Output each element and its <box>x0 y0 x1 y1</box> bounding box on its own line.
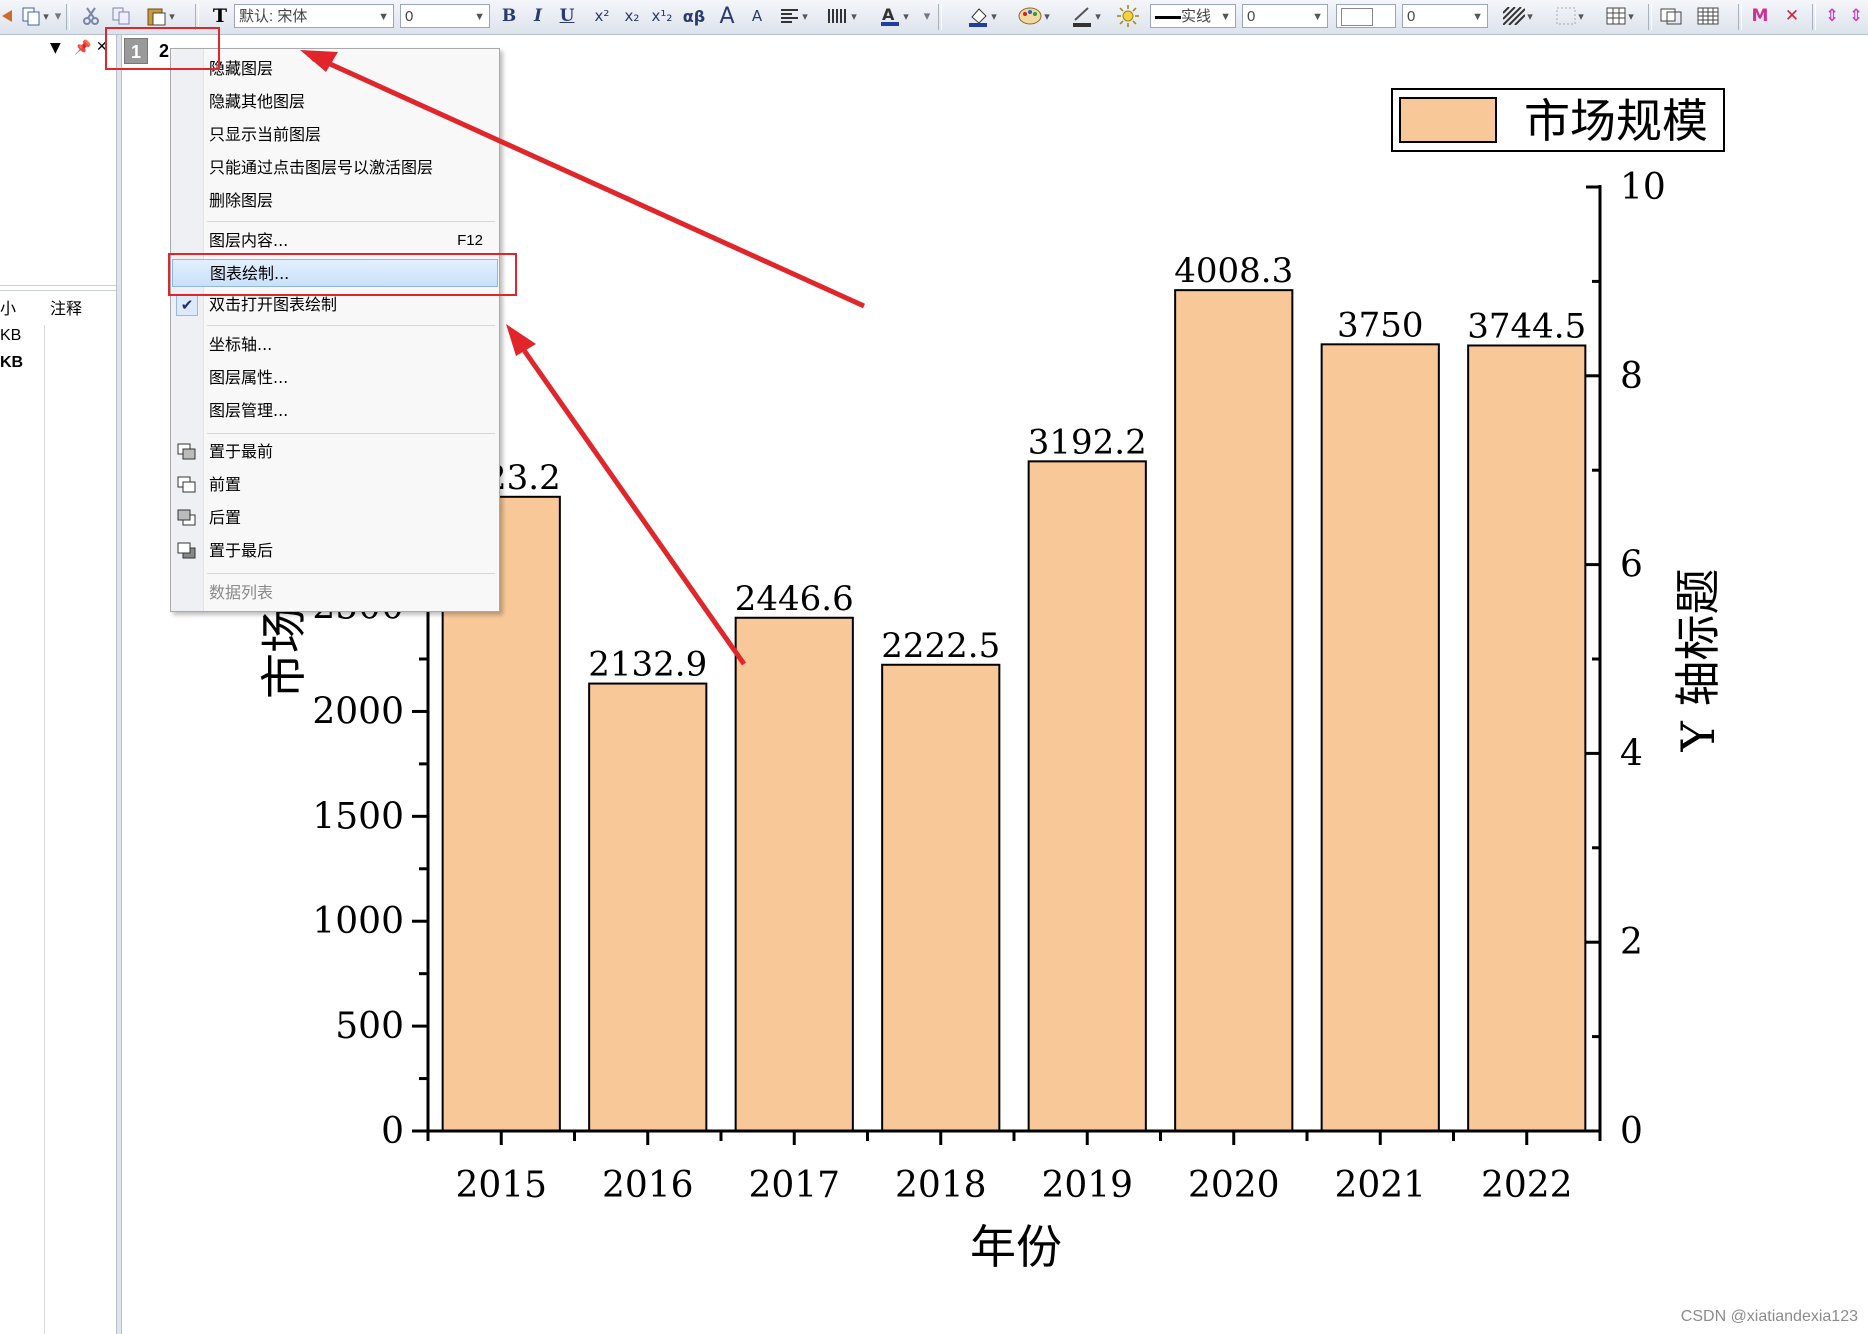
x-tick-label: 2015 <box>455 1165 547 1206</box>
bar-value-label: 3192.2 <box>1028 422 1147 462</box>
bar-2017 <box>734 616 854 1132</box>
menu-item-show-current-layer-only[interactable]: 只显示当前图层 <box>171 121 499 149</box>
chart-legend[interactable]: 市场规模 <box>1391 88 1725 152</box>
watermark: CSDN @xiatiandexia123 <box>1680 1308 1858 1325</box>
checkmark-icon: ✔ <box>176 294 198 316</box>
menu-item-activate-by-layer-number[interactable]: 只能通过点击图层号以激活图层 <box>171 154 499 182</box>
y2-tick-label: 8 <box>1620 356 1643 397</box>
menu-item-bring-forward[interactable]: 前置 <box>171 471 499 499</box>
bar-2016 <box>588 682 708 1133</box>
bar-value-label: 3744.5 <box>1467 306 1586 346</box>
menu-item-send-backward[interactable]: 后置 <box>171 504 499 532</box>
annotation-box-layer-tabs <box>105 27 220 70</box>
menu-item-shortcut: F12 <box>457 232 483 249</box>
legend-label: 市场规模 <box>1524 94 1708 148</box>
menu-item-hide-layer[interactable]: 隐藏图层 <box>171 55 499 83</box>
layer-context-menu: 隐藏图层 隐藏其他图层 只显示当前图层 只能通过点击图层号以激活图层 删除图层 … <box>170 48 500 612</box>
menu-item-delete-layer[interactable]: 删除图层 <box>171 187 499 215</box>
menu-item-axes[interactable]: 坐标轴... <box>171 331 499 359</box>
menu-item-data-list: 数据列表 <box>171 579 499 607</box>
x-tick-label: 2020 <box>1188 1165 1280 1206</box>
bar-2022 <box>1467 344 1587 1132</box>
menu-item-label: 隐藏其他图层 <box>209 92 306 111</box>
bring-forward-icon <box>177 476 196 493</box>
menu-separator <box>207 325 495 326</box>
y2-tick-label: 6 <box>1620 545 1643 586</box>
menu-item-label: 图层管理... <box>209 401 289 420</box>
bar-2021 <box>1320 343 1440 1133</box>
bar-2018 <box>881 663 1001 1132</box>
menu-item-layer-management[interactable]: 图层管理... <box>171 397 499 425</box>
send-backward-icon <box>177 509 196 526</box>
bar-2020 <box>1174 289 1294 1133</box>
x-tick-label: 2018 <box>895 1165 987 1206</box>
x-tick-label: 2016 <box>602 1165 694 1206</box>
y-tick-label: 1000 <box>312 901 404 942</box>
bar-value-label: 4008.3 <box>1174 251 1293 291</box>
y2-tick-label: 2 <box>1620 922 1643 963</box>
y-tick-label: 500 <box>335 1006 404 1047</box>
y2-axis-title[interactable]: Y 轴标题 <box>1671 569 1725 753</box>
bar-value-label: 3750 <box>1337 305 1424 345</box>
menu-separator <box>207 433 495 434</box>
bring-to-front-icon <box>177 443 196 460</box>
menu-item-label: 图层属性... <box>209 368 289 387</box>
bar-value-label: 2446.6 <box>735 579 854 619</box>
x-axis-title[interactable]: 年份 <box>970 1220 1062 1274</box>
menu-item-label: 图层内容... <box>209 231 289 250</box>
annotation-box-plot-setup <box>168 253 517 296</box>
menu-item-hide-other-layers[interactable]: 隐藏其他图层 <box>171 88 499 116</box>
menu-item-label: 置于最前 <box>209 442 274 461</box>
menu-item-label: 数据列表 <box>209 583 274 602</box>
y-tick-label: 0 <box>381 1111 404 1152</box>
bar-value-label: 2222.5 <box>881 626 1000 666</box>
menu-separator <box>207 221 495 222</box>
menu-item-label: 坐标轴... <box>209 335 273 354</box>
y-tick-label: 2000 <box>312 691 404 732</box>
menu-item-label: 置于最后 <box>209 541 274 560</box>
menu-item-label: 前置 <box>209 475 242 494</box>
y2-tick-label: 4 <box>1620 733 1643 774</box>
x-tick-label: 2019 <box>1041 1165 1133 1206</box>
menu-item-bring-to-front[interactable]: 置于最前 <box>171 438 499 466</box>
bar-value-label: 2132.9 <box>588 645 707 685</box>
x-tick-label: 2021 <box>1334 1165 1426 1206</box>
y2-tick-label: 0 <box>1620 1111 1643 1152</box>
menu-item-layer-properties[interactable]: 图层属性... <box>171 364 499 392</box>
legend-swatch <box>1399 97 1497 143</box>
menu-item-label: 删除图层 <box>209 191 274 210</box>
x-tick-label: 2022 <box>1481 1165 1573 1206</box>
y-tick-label: 1500 <box>312 796 404 837</box>
menu-separator <box>207 573 495 574</box>
y2-tick-label: 10 <box>1620 167 1666 208</box>
send-to-back-icon <box>177 542 196 559</box>
menu-item-layer-contents[interactable]: 图层内容... F12 <box>171 227 499 255</box>
menu-item-label: 后置 <box>209 508 242 527</box>
menu-item-send-to-back[interactable]: 置于最后 <box>171 537 499 565</box>
menu-item-label: 只显示当前图层 <box>209 125 322 144</box>
bar-2019 <box>1027 460 1147 1133</box>
x-tick-label: 2017 <box>748 1165 840 1206</box>
menu-item-label: 只能通过点击图层号以激活图层 <box>209 158 434 177</box>
